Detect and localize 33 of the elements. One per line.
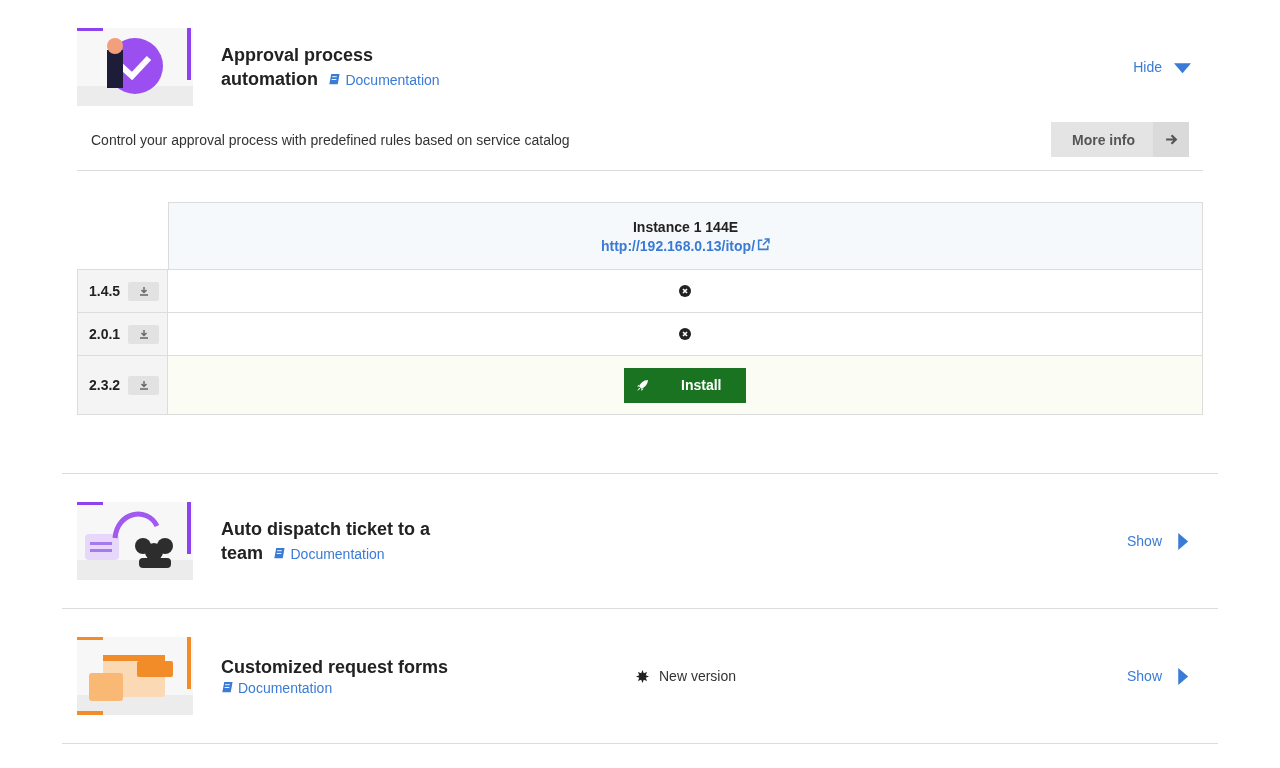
documentation-link[interactable]: Documentation xyxy=(328,72,440,88)
download-button[interactable] xyxy=(128,324,160,344)
unavailable-icon xyxy=(679,328,691,340)
instance-link[interactable]: http://192.168.0.13/itop/ xyxy=(600,237,771,254)
book-icon xyxy=(328,73,341,86)
extension-title: Auto dispatch ticket to a team Documentation xyxy=(221,518,432,565)
book-icon xyxy=(221,681,233,694)
new-version-label: New version xyxy=(659,668,737,684)
toggle-button[interactable]: Show xyxy=(1126,532,1203,550)
version-label: 2.0.1 xyxy=(89,326,121,342)
install-button[interactable]: Install xyxy=(624,367,746,403)
download-icon xyxy=(138,380,149,390)
version-label: 1.4.5 xyxy=(89,283,121,299)
more-info-button[interactable]: More info xyxy=(1051,122,1189,157)
description: Control your approval process with predefined rules based on service catalog xyxy=(91,132,570,148)
toggle-button[interactable]: Show xyxy=(1126,667,1203,685)
extension-title: Approval process automation Documentation xyxy=(221,44,441,91)
download-button[interactable] xyxy=(128,281,160,301)
download-icon xyxy=(138,329,149,339)
book-icon xyxy=(273,547,286,560)
download-icon xyxy=(138,286,149,296)
rocket-icon xyxy=(636,378,649,392)
unavailable-icon xyxy=(679,285,691,297)
external-link-icon xyxy=(757,237,771,251)
documentation-link[interactable]: Documentation xyxy=(273,546,385,562)
documentation-link[interactable]: Documentation xyxy=(221,680,333,696)
toggle-button[interactable]: Hide xyxy=(1133,58,1203,76)
arrow-icon xyxy=(1164,133,1178,146)
download-button[interactable] xyxy=(128,375,160,395)
instance-name: Instance 1 144E xyxy=(632,218,739,235)
badge-icon xyxy=(636,669,649,683)
extension-title: Customized request forms Documentation xyxy=(221,656,450,697)
version-label: 2.3.2 xyxy=(89,377,121,393)
